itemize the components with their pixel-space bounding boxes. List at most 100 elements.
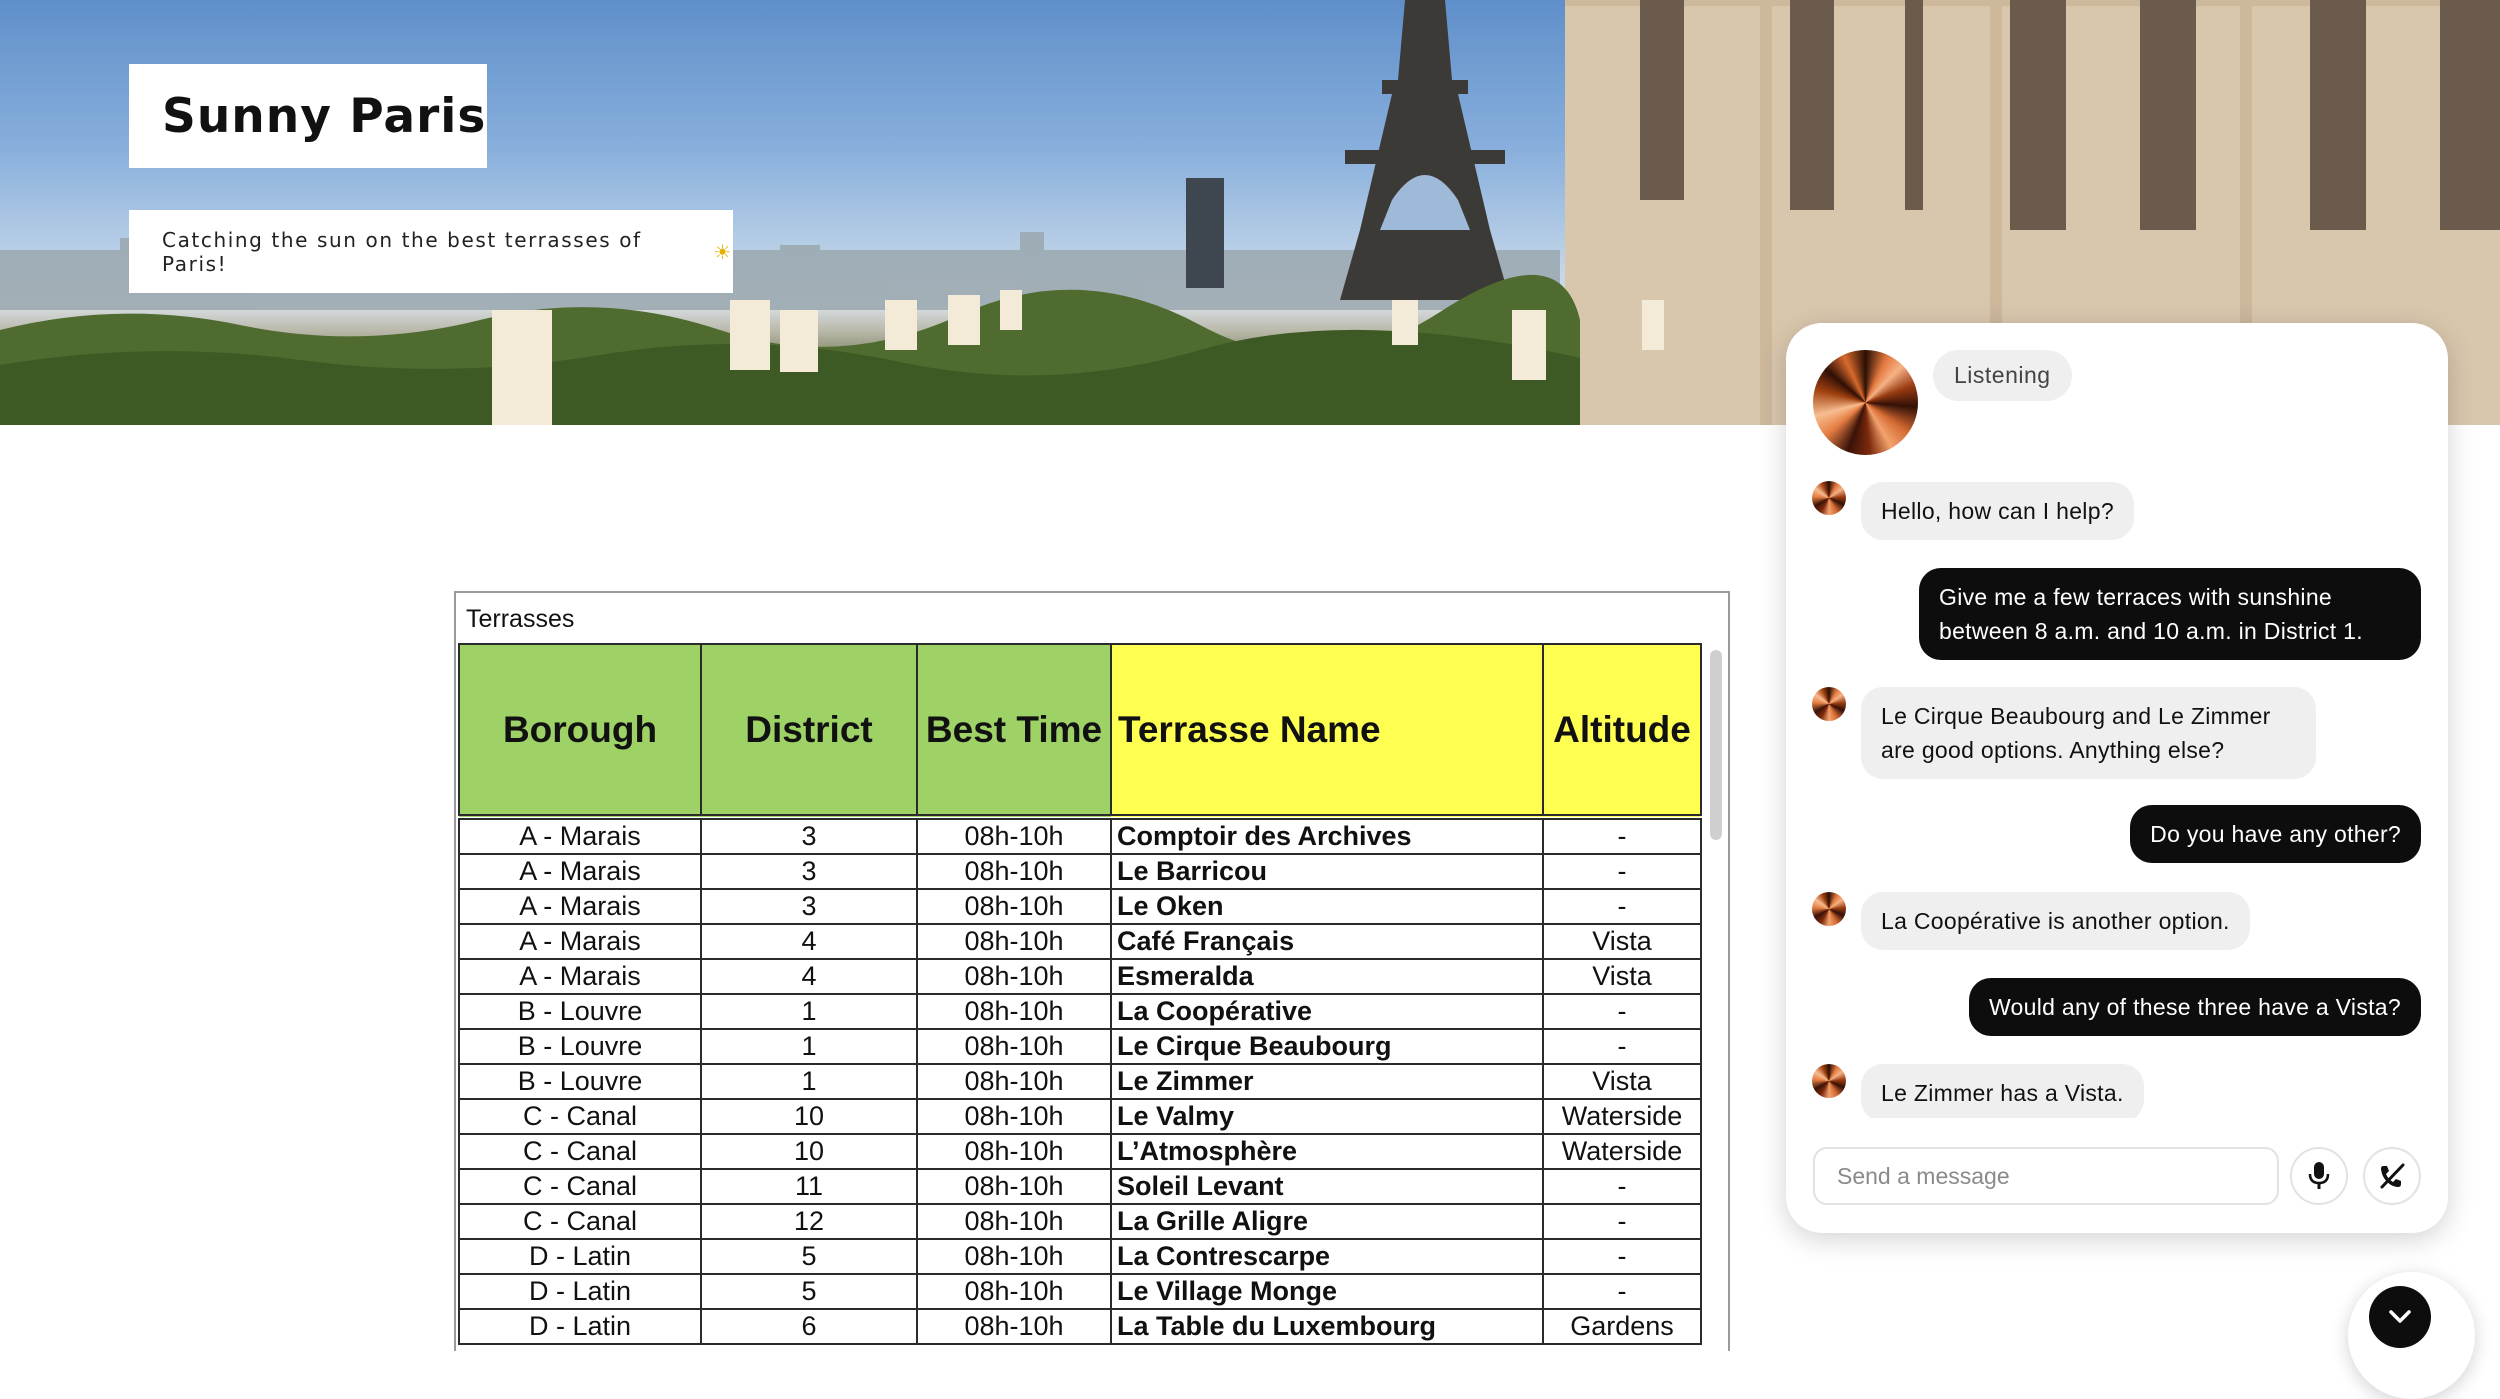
- altitude-cell[interactable]: -: [1542, 994, 1702, 1030]
- altitude-cell[interactable]: Vista: [1542, 1064, 1702, 1100]
- district-cell[interactable]: 3: [700, 854, 918, 890]
- terrasse-name-cell[interactable]: La Contrescarpe: [1110, 1239, 1544, 1275]
- district-cell[interactable]: 11: [700, 1169, 918, 1205]
- table-row: D - Latin 5 08h-10h Le Village Monge -: [458, 1274, 1702, 1310]
- best-time-cell[interactable]: 08h-10h: [916, 814, 1112, 855]
- best-time-cell[interactable]: 08h-10h: [916, 924, 1112, 960]
- district-cell[interactable]: 5: [700, 1239, 918, 1275]
- best-time-cell[interactable]: 08h-10h: [916, 1134, 1112, 1170]
- borough-cell[interactable]: A - Marais: [458, 814, 702, 855]
- table-row: B - Louvre 1 08h-10h Le Zimmer Vista: [458, 1064, 1702, 1100]
- altitude-cell[interactable]: Vista: [1542, 924, 1702, 960]
- district-cell[interactable]: 3: [700, 814, 918, 855]
- borough-cell[interactable]: A - Marais: [458, 889, 702, 925]
- terrasse-name-cell[interactable]: L’Atmosphère: [1110, 1134, 1544, 1170]
- terrasse-name-cell[interactable]: Le Valmy: [1110, 1099, 1544, 1135]
- borough-cell[interactable]: A - Marais: [458, 924, 702, 960]
- district-cell[interactable]: 1: [700, 994, 918, 1030]
- district-cell[interactable]: 4: [700, 959, 918, 995]
- best-time-cell[interactable]: 08h-10h: [916, 1064, 1112, 1100]
- terrasse-name-cell[interactable]: Café Français: [1110, 924, 1544, 960]
- altitude-cell[interactable]: -: [1542, 1204, 1702, 1240]
- terrasse-name-cell[interactable]: Le Zimmer: [1110, 1064, 1544, 1100]
- chat-collapse-button[interactable]: [2369, 1286, 2431, 1348]
- column-header[interactable]: Altitude: [1542, 643, 1702, 818]
- borough-cell[interactable]: C - Canal: [458, 1169, 702, 1205]
- terrasse-name-cell[interactable]: Le Cirque Beaubourg: [1110, 1029, 1544, 1065]
- terrasse-name-cell[interactable]: La Grille Aligre: [1110, 1204, 1544, 1240]
- best-time-cell[interactable]: 08h-10h: [916, 1029, 1112, 1065]
- borough-cell[interactable]: C - Canal: [458, 1134, 702, 1170]
- phone-off-icon: [2380, 1163, 2405, 1189]
- end-call-button[interactable]: [2363, 1147, 2421, 1205]
- chevron-down-icon: [2389, 1310, 2411, 1323]
- altitude-cell[interactable]: -: [1542, 1029, 1702, 1065]
- terrasses-table: Borough District Best Time Terrasse Name…: [458, 643, 1702, 1345]
- table-row: A - Marais 3 08h-10h Le Barricou -: [458, 854, 1702, 890]
- terrasse-name-cell[interactable]: La Table du Luxembourg: [1110, 1309, 1544, 1345]
- column-header[interactable]: District: [700, 643, 918, 818]
- altitude-cell[interactable]: Waterside: [1542, 1134, 1702, 1170]
- best-time-cell[interactable]: 08h-10h: [916, 959, 1112, 995]
- best-time-cell[interactable]: 08h-10h: [916, 1204, 1112, 1240]
- altitude-cell[interactable]: -: [1542, 889, 1702, 925]
- chat-message-list[interactable]: Hello, how can I help? Give me a few ter…: [1786, 323, 2448, 1118]
- district-cell[interactable]: 10: [700, 1134, 918, 1170]
- table-row: C - Canal 10 08h-10h Le Valmy Waterside: [458, 1099, 1702, 1135]
- altitude-cell[interactable]: -: [1542, 1169, 1702, 1205]
- altitude-cell[interactable]: -: [1542, 1239, 1702, 1275]
- district-cell[interactable]: 5: [700, 1274, 918, 1310]
- borough-cell[interactable]: A - Marais: [458, 854, 702, 890]
- best-time-cell[interactable]: 08h-10h: [916, 1274, 1112, 1310]
- borough-cell[interactable]: C - Canal: [458, 1099, 702, 1135]
- best-time-cell[interactable]: 08h-10h: [916, 1239, 1112, 1275]
- terrasse-name-cell[interactable]: Soleil Levant: [1110, 1169, 1544, 1205]
- district-cell[interactable]: 6: [700, 1309, 918, 1345]
- column-header[interactable]: Best Time: [916, 643, 1112, 818]
- message-composer[interactable]: [1813, 1147, 2279, 1205]
- table-row: A - Marais 3 08h-10h Le Oken -: [458, 889, 1702, 925]
- best-time-cell[interactable]: 08h-10h: [916, 1169, 1112, 1205]
- borough-cell[interactable]: B - Louvre: [458, 994, 702, 1030]
- altitude-cell[interactable]: Waterside: [1542, 1099, 1702, 1135]
- site-title: Sunny Paris: [162, 88, 487, 144]
- sheet-tab-name[interactable]: Terrasses: [466, 605, 574, 634]
- district-cell[interactable]: 3: [700, 889, 918, 925]
- district-cell[interactable]: 12: [700, 1204, 918, 1240]
- terrasse-name-cell[interactable]: Le Oken: [1110, 889, 1544, 925]
- best-time-cell[interactable]: 08h-10h: [916, 854, 1112, 890]
- borough-cell[interactable]: D - Latin: [458, 1309, 702, 1345]
- terrasse-name-cell[interactable]: Esmeralda: [1110, 959, 1544, 995]
- borough-cell[interactable]: C - Canal: [458, 1204, 702, 1240]
- borough-cell[interactable]: A - Marais: [458, 959, 702, 995]
- altitude-cell[interactable]: -: [1542, 854, 1702, 890]
- terrasse-name-cell[interactable]: La Coopérative: [1110, 994, 1544, 1030]
- best-time-cell[interactable]: 08h-10h: [916, 889, 1112, 925]
- borough-cell[interactable]: B - Louvre: [458, 1029, 702, 1065]
- terrasse-name-cell[interactable]: Le Barricou: [1110, 854, 1544, 890]
- district-cell[interactable]: 10: [700, 1099, 918, 1135]
- best-time-cell[interactable]: 08h-10h: [916, 994, 1112, 1030]
- message-input[interactable]: [1835, 1161, 2277, 1191]
- mic-button[interactable]: [2290, 1147, 2348, 1205]
- best-time-cell[interactable]: 08h-10h: [916, 1099, 1112, 1135]
- chat-message-user: Would any of these three have a Vista?: [1968, 978, 2421, 1036]
- terrasse-name-cell[interactable]: Le Village Monge: [1110, 1274, 1544, 1310]
- best-time-cell[interactable]: 08h-10h: [916, 1309, 1112, 1345]
- column-header[interactable]: Terrasse Name: [1110, 643, 1544, 818]
- terrasse-name-cell[interactable]: Comptoir des Archives: [1110, 814, 1544, 855]
- borough-cell[interactable]: D - Latin: [458, 1239, 702, 1275]
- district-cell[interactable]: 1: [700, 1029, 918, 1065]
- altitude-cell[interactable]: -: [1542, 814, 1702, 855]
- borough-cell[interactable]: B - Louvre: [458, 1064, 702, 1100]
- altitude-cell[interactable]: -: [1542, 1274, 1702, 1310]
- district-cell[interactable]: 4: [700, 924, 918, 960]
- altitude-cell[interactable]: Gardens: [1542, 1309, 1702, 1345]
- district-cell[interactable]: 1: [700, 1064, 918, 1100]
- sheet-scrollbar[interactable]: [1710, 650, 1722, 840]
- altitude-cell[interactable]: Vista: [1542, 959, 1702, 995]
- terrasses-spreadsheet[interactable]: Terrasses Borough District Best Time Ter…: [454, 591, 1730, 1351]
- borough-cell[interactable]: D - Latin: [458, 1274, 702, 1310]
- column-header[interactable]: Borough: [458, 643, 702, 818]
- chat-message-bot: La Coopérative is another option.: [1861, 892, 2250, 950]
